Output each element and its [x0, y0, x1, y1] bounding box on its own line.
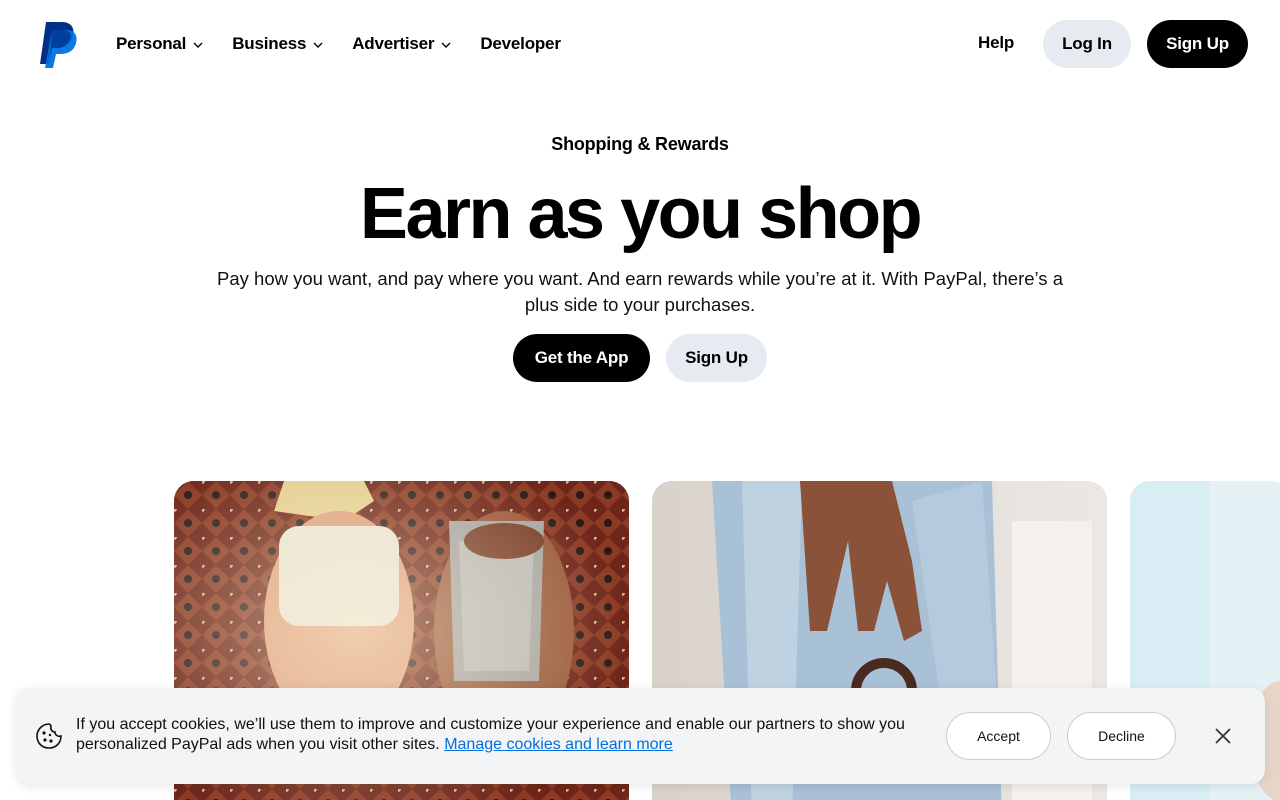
paypal-logo[interactable]: [38, 22, 78, 68]
nav-label: Advertiser: [352, 34, 435, 53]
chevron-down-icon: [441, 42, 451, 48]
get-app-button[interactable]: Get the App: [513, 334, 650, 382]
nav-label: Business: [232, 34, 307, 53]
login-button[interactable]: Log In: [1043, 20, 1131, 68]
chevron-down-icon: [193, 42, 203, 48]
decline-cookies-button[interactable]: Decline: [1067, 712, 1176, 760]
nav-business[interactable]: Business: [232, 34, 324, 54]
accept-cookies-button[interactable]: Accept: [946, 712, 1051, 760]
cookie-message: If you accept cookies, we’ll use them to…: [76, 715, 916, 755]
nav-personal[interactable]: Personal: [116, 34, 204, 54]
site-header: Personal Business Advertiser Developer H…: [0, 0, 1280, 88]
chevron-down-icon: [313, 42, 323, 48]
nav-developer[interactable]: Developer: [480, 34, 561, 54]
hero-subtitle: Pay how you want, and pay where you want…: [217, 268, 1063, 315]
signup-button[interactable]: Sign Up: [1147, 20, 1248, 68]
nav-label: Personal: [116, 34, 187, 53]
nav-label: Developer: [480, 34, 561, 53]
cookie-icon: [36, 723, 62, 749]
hero-signup-button[interactable]: Sign Up: [666, 334, 767, 382]
main-nav: Personal Business Advertiser Developer: [116, 32, 561, 56]
help-link[interactable]: Help: [978, 33, 1014, 53]
cookie-banner: If you accept cookies, we’ll use them to…: [16, 688, 1265, 784]
hero-title: Earn as you shop: [359, 174, 923, 254]
manage-cookies-link[interactable]: Manage cookies and learn more: [444, 736, 673, 753]
nav-advertiser[interactable]: Advertiser: [352, 34, 452, 54]
close-icon[interactable]: [1212, 725, 1234, 747]
hero-eyebrow: Shopping & Rewards: [551, 134, 729, 154]
